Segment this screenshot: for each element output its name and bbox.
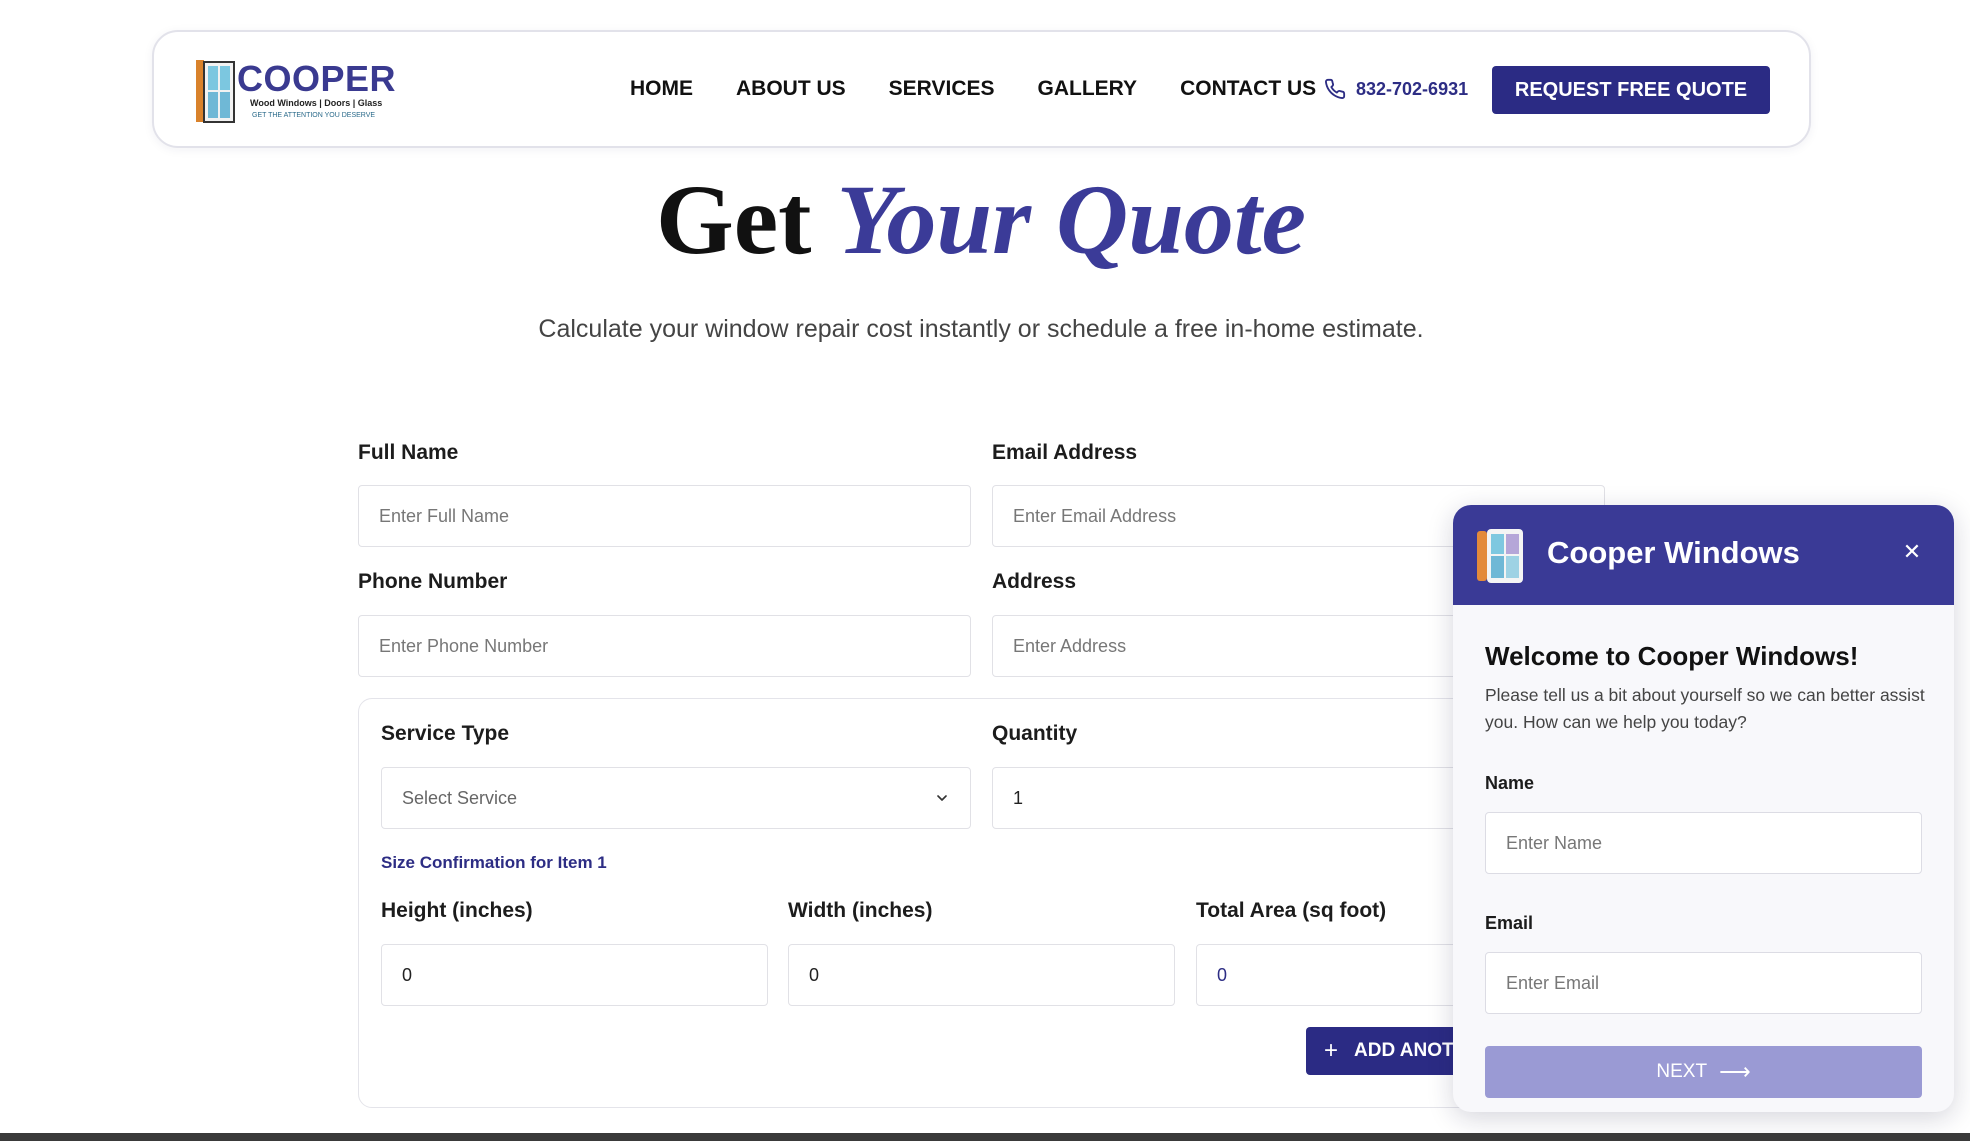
height-input[interactable] [381, 944, 768, 1006]
main-nav: HOME ABOUT US SERVICES GALLERY CONTACT U… [630, 32, 1359, 146]
chat-email-label: Email [1485, 913, 1534, 933]
page-title-plain: Get [656, 164, 837, 275]
full-name-input[interactable] [358, 485, 971, 547]
chat-header: Cooper Windows ✕ [1453, 505, 1954, 605]
phone-number: 832-702-6931 [1356, 78, 1469, 99]
total-area-label: Total Area (sq foot) [1196, 899, 1387, 922]
service-type-label: Service Type [381, 722, 510, 745]
phone-link[interactable]: 832-702-6931 [1324, 32, 1468, 146]
logo-tagline: GET THE ATTENTION YOU DESERVE [252, 112, 376, 119]
width-input[interactable] [788, 944, 1175, 1006]
quantity-label: Quantity [992, 722, 1078, 745]
plus-icon: + [1324, 1037, 1339, 1064]
phone-number-input[interactable] [358, 615, 971, 677]
service-type-select[interactable]: Select Service [381, 767, 971, 829]
chat-welcome-heading: Welcome to Cooper Windows! [1485, 641, 1859, 671]
chat-description: Please tell us a bit about yourself so w… [1485, 685, 1925, 732]
service-type-value: Select Service [402, 787, 518, 808]
height-label: Height (inches) [381, 899, 533, 922]
phone-icon [1325, 78, 1346, 99]
nav-gallery[interactable]: GALLERY [1038, 77, 1138, 101]
full-name-label: Full Name [358, 441, 459, 464]
arrow-right-icon: ⟶ [1719, 1059, 1751, 1084]
request-free-quote-button[interactable]: REQUEST FREE QUOTE [1492, 66, 1770, 114]
chat-next-label: NEXT [1656, 1061, 1708, 1082]
chat-name-label: Name [1485, 773, 1535, 793]
close-icon[interactable]: ✕ [1893, 533, 1931, 571]
phone-number-label: Phone Number [358, 570, 508, 593]
window-logo-icon [1477, 529, 1523, 583]
add-another-label: ADD ANOT [1354, 1040, 1454, 1061]
bottom-bar [0, 1133, 1970, 1141]
site-logo[interactable]: COOPER Wood Windows | Doors | Glass GET … [194, 56, 397, 126]
nav-contact-us[interactable]: CONTACT US [1180, 77, 1316, 101]
nav-home[interactable]: HOME [630, 77, 693, 101]
chat-next-button[interactable]: NEXT ⟶ [1485, 1046, 1922, 1098]
chat-email-input[interactable] [1485, 952, 1922, 1014]
site-header: COOPER Wood Windows | Doors | Glass GET … [152, 30, 1811, 148]
page-subtitle: Calculate your window repair cost instan… [538, 315, 1424, 343]
chat-name-input[interactable] [1485, 812, 1922, 874]
chat-widget: Cooper Windows ✕ Welcome to Cooper Windo… [1453, 505, 1954, 1112]
logo-brand: COOPER [237, 58, 397, 99]
window-door-logo-icon [196, 60, 235, 123]
page-title-accent: Your Quote [836, 164, 1306, 275]
size-confirmation-link[interactable]: Size Confirmation for Item 1 [381, 853, 607, 873]
width-label: Width (inches) [788, 899, 933, 922]
page-title: Get Your Quote [0, 160, 1962, 280]
chevron-down-icon [937, 795, 947, 801]
address-label: Address [992, 570, 1077, 593]
email-address-label: Email Address [992, 441, 1138, 464]
logo-subtitle: Wood Windows | Doors | Glass [250, 98, 383, 108]
chat-title: Cooper Windows [1547, 535, 1800, 570]
nav-about-us[interactable]: ABOUT US [736, 77, 846, 101]
nav-services[interactable]: SERVICES [889, 77, 995, 101]
